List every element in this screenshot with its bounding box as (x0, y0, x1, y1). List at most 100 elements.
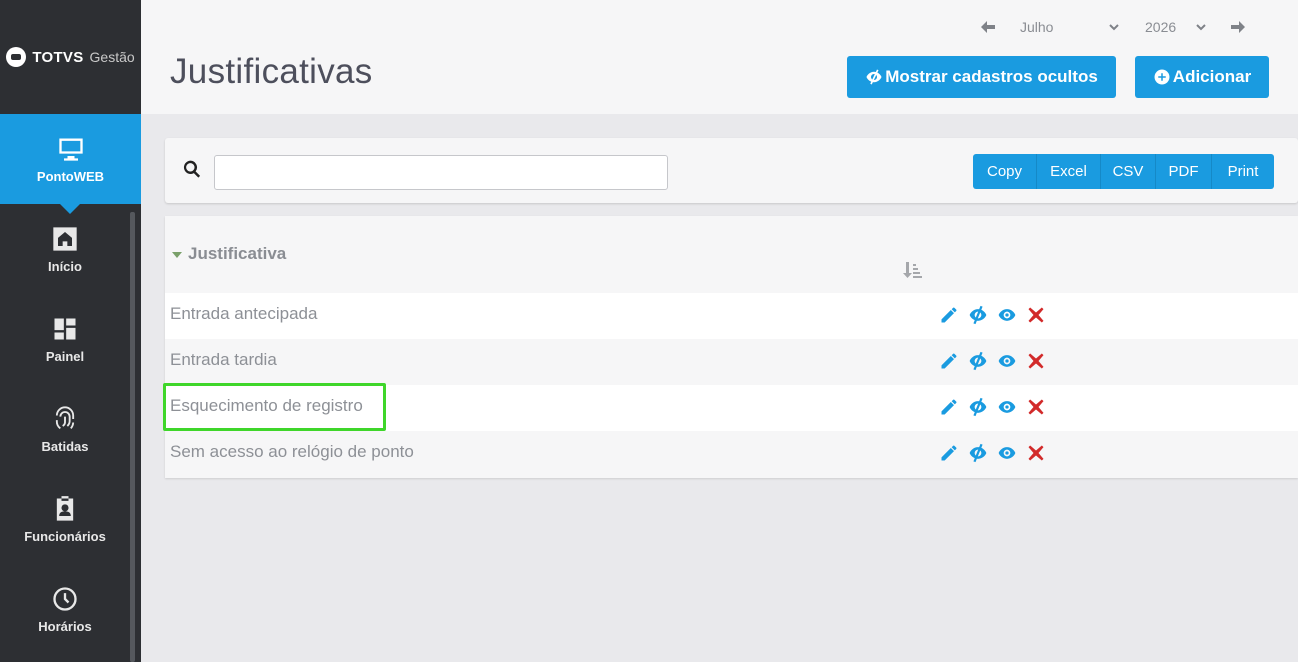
hide-button[interactable] (967, 350, 989, 372)
delete-icon (1028, 353, 1044, 369)
next-month-button[interactable] (1229, 18, 1247, 36)
row-actions (938, 304, 1047, 326)
delete-button[interactable] (1025, 350, 1047, 372)
view-button[interactable] (996, 350, 1018, 372)
add-button[interactable]: Adicionar (1135, 56, 1269, 98)
table-row[interactable]: Entrada tardia (165, 339, 1298, 385)
row-label: Entrada tardia (170, 350, 277, 369)
monitor-icon (58, 138, 83, 161)
add-label: Adicionar (1172, 67, 1252, 86)
pdf-button[interactable]: PDF (1156, 154, 1212, 189)
delete-button[interactable] (1025, 304, 1047, 326)
prev-month-button[interactable] (979, 18, 997, 36)
row-actions (938, 350, 1047, 372)
edit-button[interactable] (938, 350, 960, 372)
sidebar-item-pontoweb[interactable]: PontoWEB (0, 114, 141, 214)
column-header-justificativa[interactable]: Justificativa (188, 244, 286, 264)
sidebar: TOTVS Gestão PontoWEB Início Painel Bati… (0, 0, 141, 662)
eye-slash-icon (866, 69, 882, 85)
view-button[interactable] (996, 442, 1018, 464)
hide-icon (969, 351, 987, 371)
copy-button[interactable]: Copy (973, 154, 1037, 189)
view-icon (998, 401, 1016, 413)
year-value: 2026 (1145, 19, 1177, 35)
view-icon (998, 447, 1016, 459)
view-icon (998, 355, 1016, 367)
edit-button[interactable] (938, 304, 960, 326)
fingerprint-icon (55, 405, 75, 429)
view-button[interactable] (996, 396, 1018, 418)
table-row[interactable]: Esquecimento de registro (165, 385, 1298, 431)
hide-button[interactable] (967, 442, 989, 464)
clock-icon (53, 586, 77, 611)
delete-button[interactable] (1025, 396, 1047, 418)
search-input[interactable] (214, 155, 668, 190)
edit-icon (941, 445, 957, 461)
badge-icon (56, 495, 74, 521)
sidebar-item-painel[interactable]: Painel (0, 294, 130, 384)
home-icon (53, 226, 77, 251)
sidebar-item-label: PontoWEB (36, 168, 105, 184)
chevron-down-icon (1196, 24, 1206, 31)
chevron-down-icon (1109, 24, 1119, 31)
sidebar-item-label: Início (48, 258, 82, 274)
hide-icon (969, 305, 987, 325)
show-hidden-label: Mostrar cadastros ocultos (885, 67, 1098, 86)
sidebar-item-horarios[interactable]: Horários (0, 564, 130, 654)
year-select[interactable]: 2026 (1145, 14, 1207, 40)
sidebar-item-funcionarios[interactable]: Funcionários (0, 474, 130, 564)
edit-button[interactable] (938, 442, 960, 464)
table-header[interactable]: Justificativa (165, 216, 1298, 293)
delete-button[interactable] (1025, 442, 1047, 464)
brand-sub: Gestão (89, 49, 135, 65)
month-select[interactable]: Julho (1020, 14, 1120, 40)
edit-icon (941, 307, 957, 323)
month-value: Julho (1020, 19, 1054, 35)
sort-icon[interactable] (902, 260, 922, 280)
hide-button[interactable] (967, 396, 989, 418)
hide-icon (969, 397, 987, 417)
sidebar-item-label: Funcionários (24, 528, 106, 544)
print-button[interactable]: Print (1212, 154, 1274, 189)
table-row[interactable]: Sem acesso ao relógio de ponto (165, 431, 1298, 477)
hide-button[interactable] (967, 304, 989, 326)
sidebar-item-batidas[interactable]: Batidas (0, 384, 130, 474)
arrow-left-icon (981, 21, 995, 33)
caret-down-icon (172, 252, 182, 258)
period-next (1229, 14, 1247, 40)
totvs-logo-icon (6, 47, 27, 67)
search-icon (182, 159, 202, 179)
dashboard-icon (54, 318, 76, 339)
delete-icon (1028, 307, 1044, 323)
search-card: Copy Excel CSV PDF Print (165, 138, 1298, 203)
arrow-right-icon (1231, 21, 1245, 33)
brand-logo[interactable]: TOTVS Gestão (0, 0, 141, 114)
sidebar-item-inicio[interactable]: Início (0, 204, 130, 294)
sidebar-item-label: Horários (38, 618, 92, 634)
page-title: Justificativas (170, 52, 373, 91)
plus-circle-icon (1154, 69, 1170, 85)
sidebar-scrollbar[interactable] (130, 212, 135, 662)
view-button[interactable] (996, 304, 1018, 326)
export-buttons: Copy Excel CSV PDF Print (973, 154, 1274, 189)
show-hidden-button[interactable]: Mostrar cadastros ocultos (847, 56, 1116, 98)
edit-button[interactable] (938, 396, 960, 418)
period-selector (979, 14, 997, 40)
hide-icon (969, 443, 987, 463)
justificativas-table: Justificativa Entrada antecipada Entrada … (165, 216, 1298, 478)
excel-button[interactable]: Excel (1037, 154, 1101, 189)
row-actions (938, 396, 1047, 418)
edit-icon (941, 353, 957, 369)
row-label: Entrada antecipada (170, 304, 318, 323)
row-actions (938, 442, 1047, 464)
delete-icon (1028, 399, 1044, 415)
sidebar-item-label: Painel (45, 348, 85, 364)
sidebar-item-label: Batidas (41, 438, 89, 454)
table-row[interactable]: Entrada antecipada (165, 293, 1298, 339)
header: Justificativas Julho 2026 Mostrar cadast… (141, 0, 1298, 114)
csv-button[interactable]: CSV (1101, 154, 1156, 189)
view-icon (998, 309, 1016, 321)
row-label: Sem acesso ao relógio de ponto (170, 442, 414, 461)
delete-icon (1028, 445, 1044, 461)
edit-icon (941, 399, 957, 415)
